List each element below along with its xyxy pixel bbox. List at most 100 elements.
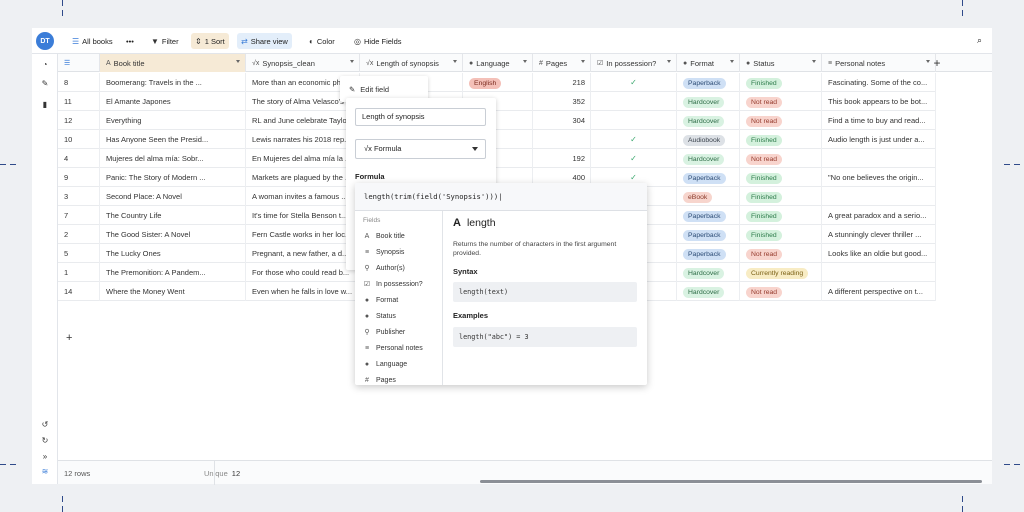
field-name-input[interactable]: Length of synopsis (355, 108, 486, 126)
cell-notes[interactable]: "No one believes the origin... (822, 168, 936, 187)
checkmark-icon[interactable]: ✓ (630, 78, 637, 87)
column-header-language[interactable]: ● Language (463, 54, 533, 72)
expand-icon[interactable]: » (40, 452, 50, 462)
field-item[interactable]: ● Language (363, 358, 407, 370)
undo-icon[interactable]: ↺ (40, 420, 50, 430)
cell-format[interactable]: Hardcover (677, 149, 740, 168)
field-type-select[interactable]: √x Formula (355, 139, 486, 159)
cell-notes[interactable] (822, 187, 936, 206)
cell-synopsis[interactable]: En Mujeres del alma mía la ... (246, 149, 360, 168)
filter-button[interactable]: ▼ Filter (147, 33, 183, 49)
chevron-down-icon[interactable] (350, 60, 354, 63)
column-header-book-title[interactable]: A Book title (100, 54, 246, 72)
cell-notes[interactable] (822, 263, 936, 282)
cell-title[interactable]: Second Place: A Novel (100, 187, 246, 206)
cell-id[interactable]: 7 (58, 206, 100, 225)
column-header-pages[interactable]: # Pages (533, 54, 591, 72)
field-item[interactable]: ⚲ Author(s) (363, 262, 404, 274)
cell-synopsis[interactable]: RL and June celebrate Taylo... (246, 111, 360, 130)
column-header-synopsis-clean[interactable]: √x Synopsis_clean (246, 54, 360, 72)
field-item[interactable]: ● Format (363, 294, 398, 306)
column-header-in-possession[interactable]: ☑ In possession? (591, 54, 677, 72)
cell-format[interactable]: Hardcover (677, 92, 740, 111)
cell-pages[interactable] (533, 130, 591, 149)
share-view-button[interactable]: ⇄ Share view (237, 33, 292, 49)
cell-title[interactable]: The Lucky Ones (100, 244, 246, 263)
chevron-down-icon[interactable] (667, 60, 671, 63)
cell-status[interactable]: Currently reading (740, 263, 822, 282)
cell-notes[interactable]: A stunningly clever thriller ... (822, 225, 936, 244)
color-button[interactable]: ◐ Color (305, 33, 339, 49)
field-item[interactable]: # Pages (363, 374, 396, 385)
cell-format[interactable]: Hardcover (677, 263, 740, 282)
cell-id[interactable]: 4 (58, 149, 100, 168)
unique-summary[interactable]: Unique 12 (204, 469, 240, 478)
column-header-length-of-synopsis[interactable]: √x Length of synopsis (360, 54, 463, 72)
layers-icon[interactable]: ≋ (40, 467, 50, 477)
cell-title[interactable]: Panic: The Story of Modern ... (100, 168, 246, 187)
cell-synopsis[interactable]: It's time for Stella Benson t... (246, 206, 360, 225)
column-header-personal-notes[interactable]: ≡ Personal notes (822, 54, 936, 72)
cell-synopsis[interactable]: Pregnant, a new father, a d... (246, 244, 360, 263)
cell-status[interactable]: Not read (740, 92, 822, 111)
add-row-button[interactable]: + (66, 332, 72, 344)
cell-notes[interactable]: Fascinating. Some of the co... (822, 73, 936, 92)
cell-id[interactable]: 2 (58, 225, 100, 244)
cell-status[interactable]: Finished (740, 206, 822, 225)
cell-pages[interactable]: 304 (533, 111, 591, 130)
cell-possession[interactable] (591, 111, 677, 130)
cell-title[interactable]: The Good Sister: A Novel (100, 225, 246, 244)
checkmark-icon[interactable]: ✓ (630, 154, 637, 163)
table-row[interactable]: 12 Everything RL and June celebrate Taylo.… (58, 111, 936, 130)
chevron-down-icon[interactable] (523, 60, 527, 63)
cell-id[interactable]: 12 (58, 111, 100, 130)
cell-title[interactable]: Where the Money Went (100, 282, 246, 301)
table-row[interactable]: 10 Has Anyone Seen the Presid... Lewis nar… (58, 130, 936, 149)
cell-pages[interactable]: 192 (533, 149, 591, 168)
cell-format[interactable]: Hardcover (677, 282, 740, 301)
field-item[interactable]: ☑ In possession? (363, 278, 423, 290)
cell-format[interactable]: Paperback (677, 225, 740, 244)
cell-title[interactable]: Has Anyone Seen the Presid... (100, 130, 246, 149)
cell-possession[interactable]: ✓ (591, 149, 677, 168)
cell-format[interactable]: Audiobook (677, 130, 740, 149)
cell-status[interactable]: Finished (740, 130, 822, 149)
cell-title[interactable]: Mujeres del alma mía: Sobr... (100, 149, 246, 168)
chevron-down-icon[interactable] (812, 60, 816, 63)
field-item[interactable]: A Book title (363, 230, 405, 242)
cell-notes[interactable]: Audio length is just under a... (822, 130, 936, 149)
cell-format[interactable]: Paperback (677, 168, 740, 187)
cell-notes[interactable]: Find a time to buy and read... (822, 111, 936, 130)
table-row[interactable]: 8 Boomerang: Travels in the ... More than … (58, 73, 936, 92)
cell-possession[interactable] (591, 92, 677, 111)
form-icon[interactable]: ✎ (40, 79, 50, 89)
table-row[interactable]: 11 El Amante Japones The story of Alma Vel… (58, 92, 936, 111)
cell-synopsis[interactable]: Fern Castle works in her loc... (246, 225, 360, 244)
chevron-down-icon[interactable] (453, 60, 457, 63)
cell-status[interactable]: Finished (740, 73, 822, 92)
cell-language[interactable]: English (463, 73, 533, 92)
cell-pages[interactable]: 352 (533, 92, 591, 111)
field-item[interactable]: ● Status (363, 310, 396, 322)
chevron-down-icon[interactable] (730, 60, 734, 63)
redo-icon[interactable]: ↻ (40, 436, 50, 446)
cell-id[interactable]: 8 (58, 73, 100, 92)
avatar[interactable]: DT (36, 32, 54, 50)
cell-possession[interactable]: ✓ (591, 73, 677, 92)
chevron-down-icon[interactable] (236, 60, 240, 63)
checkmark-icon[interactable]: ✓ (630, 135, 637, 144)
field-item[interactable]: ≡ Synopsis (363, 246, 404, 258)
cell-notes[interactable]: This book appears to be bot... (822, 92, 936, 111)
table-row[interactable]: 4 Mujeres del alma mía: Sobr... En Mujeres… (58, 149, 936, 168)
cell-title[interactable]: The Country Life (100, 206, 246, 225)
cell-id[interactable]: 1 (58, 263, 100, 282)
cell-possession[interactable]: ✓ (591, 130, 677, 149)
checkmark-icon[interactable]: ✓ (630, 173, 637, 182)
cell-status[interactable]: Not read (740, 244, 822, 263)
cell-notes[interactable]: A different perspective on t... (822, 282, 936, 301)
add-column-button[interactable]: + (926, 54, 948, 72)
column-header-format[interactable]: ● Format (677, 54, 740, 72)
cell-format[interactable]: Paperback (677, 244, 740, 263)
cell-synopsis[interactable]: For those who could read b... (246, 263, 360, 282)
cell-status[interactable]: Finished (740, 187, 822, 206)
